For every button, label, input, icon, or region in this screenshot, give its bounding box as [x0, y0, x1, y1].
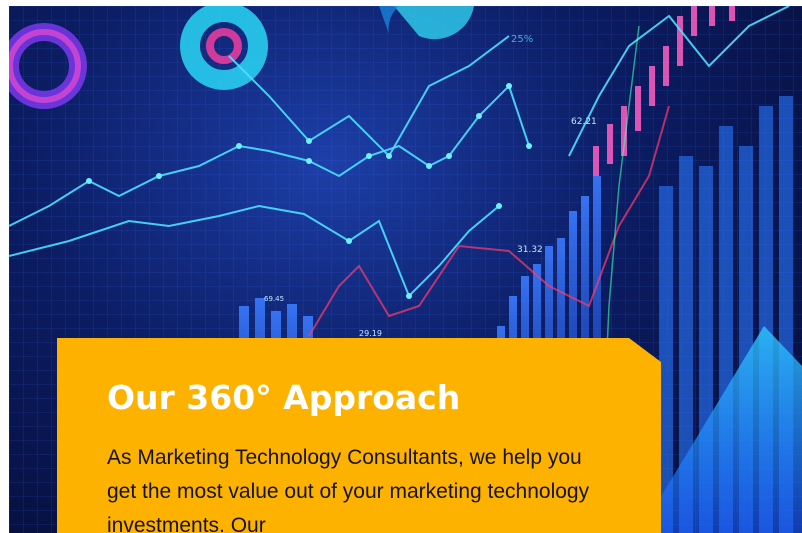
chart-readout: 29.19: [359, 329, 382, 338]
chart-readout: 69.45: [264, 295, 284, 303]
card-body-text: As Marketing Technology Consultants, we …: [107, 446, 590, 533]
chart-readout: 31.32: [517, 245, 543, 255]
approach-card: Our 360° Approach As Marketing Technolog…: [57, 338, 661, 533]
chart-readout: 25%: [511, 34, 533, 45]
card-title: Our 360° Approach: [107, 378, 461, 417]
chart-readout: 62.21: [571, 117, 597, 127]
